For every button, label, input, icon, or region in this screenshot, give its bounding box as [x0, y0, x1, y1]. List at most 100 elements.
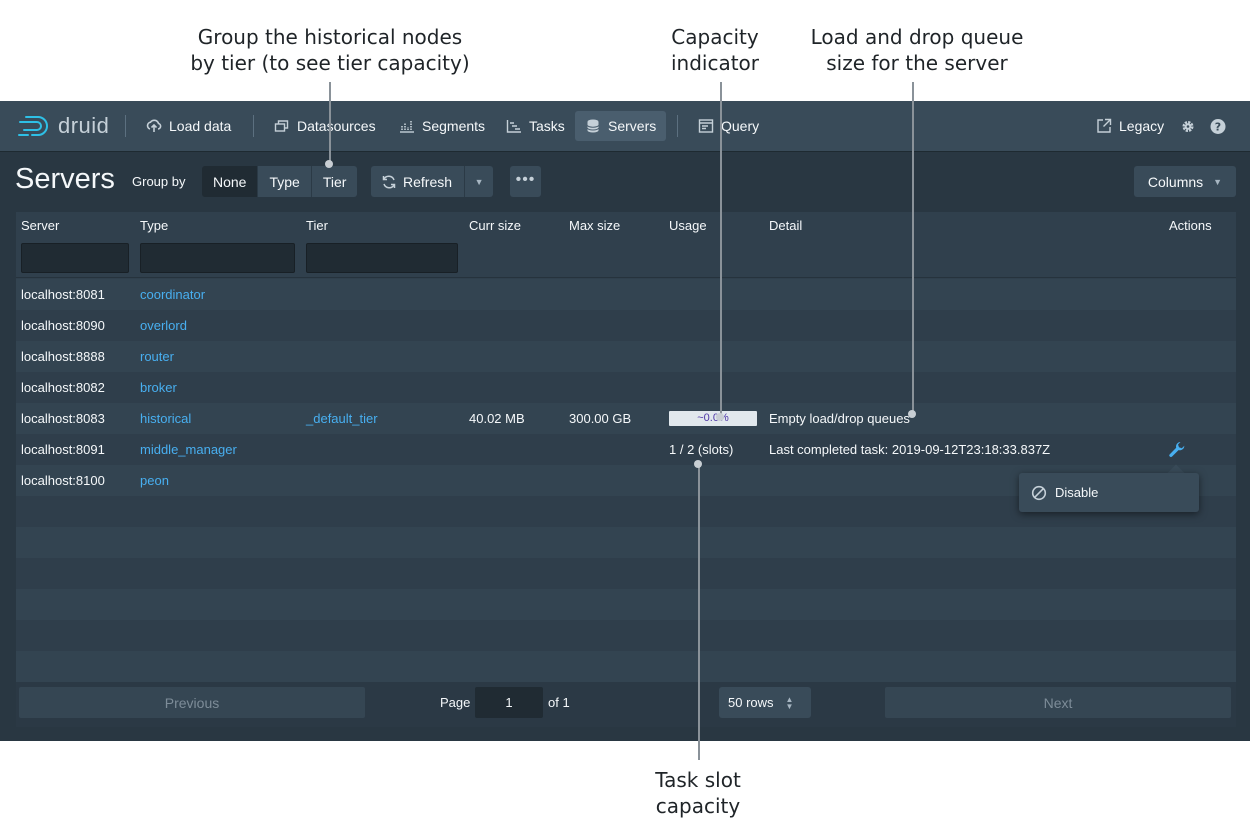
- top-navbar: druid Load data Datasources Segments Tas…: [0, 101, 1250, 151]
- druid-logo[interactable]: druid: [18, 111, 109, 141]
- nav-divider: [125, 115, 126, 137]
- share-icon: [1096, 118, 1112, 134]
- actions-button[interactable]: [1167, 440, 1187, 460]
- more-button[interactable]: •••: [510, 166, 541, 197]
- group-by-type-button[interactable]: Type: [258, 166, 312, 197]
- type-cell[interactable]: router: [140, 349, 174, 364]
- nav-tasks-label: Tasks: [529, 118, 565, 134]
- rows-per-page-select[interactable]: 50 rows ▲ ▼: [719, 687, 811, 718]
- table-row: localhost:8091 middle_manager 1 / 2 (slo…: [16, 434, 1236, 465]
- header-server[interactable]: Server: [21, 218, 59, 233]
- page-label: Page: [440, 695, 471, 710]
- columns-button[interactable]: Columns ▼: [1134, 166, 1236, 197]
- columns-button-group: Columns ▼: [1134, 166, 1236, 197]
- server-cell: localhost:8082: [21, 380, 105, 395]
- callout-line: size for the server: [826, 51, 1008, 75]
- header-max-size[interactable]: Max size: [569, 218, 620, 233]
- callout-dot: [908, 410, 916, 418]
- type-cell[interactable]: overlord: [140, 318, 187, 333]
- previous-page-button[interactable]: Previous: [19, 687, 365, 718]
- table-row: localhost:8081 coordinator: [16, 279, 1236, 310]
- nav-load-data[interactable]: Load data: [136, 111, 241, 141]
- nav-datasources[interactable]: Datasources: [264, 111, 386, 141]
- tier-filter-input[interactable]: [306, 243, 458, 273]
- header-actions: Actions: [1169, 218, 1212, 233]
- header-detail[interactable]: Detail: [769, 218, 802, 233]
- logo-text: druid: [58, 113, 110, 138]
- table-row: localhost:8090 overlord: [16, 310, 1236, 341]
- empty-row: [16, 589, 1236, 620]
- callout-leader-line: [698, 465, 700, 760]
- type-cell[interactable]: broker: [140, 380, 177, 395]
- svg-text:?: ?: [1215, 120, 1221, 133]
- type-cell[interactable]: peon: [140, 473, 169, 488]
- callout-line: Capacity: [671, 25, 759, 49]
- empty-row: [16, 651, 1236, 682]
- nav-query-label: Query: [721, 118, 760, 134]
- callout-line: Task slot: [655, 768, 741, 792]
- tier-cell[interactable]: _default_tier: [306, 411, 378, 426]
- server-cell: localhost:8081: [21, 287, 105, 302]
- refresh-button[interactable]: Refresh: [371, 166, 466, 197]
- disable-icon: [1031, 485, 1047, 500]
- server-cell: localhost:8888: [21, 349, 105, 364]
- refresh-icon: [381, 174, 397, 190]
- disable-menu-item[interactable]: Disable: [1055, 485, 1098, 500]
- gantt-chart-icon: [506, 118, 522, 134]
- callout-line: indicator: [670, 51, 760, 75]
- callout-leader-line: [329, 82, 331, 164]
- page-number-input[interactable]: 1: [475, 687, 543, 718]
- refresh-dropdown-button[interactable]: ▼: [465, 166, 494, 197]
- callout-capacity-indicator: Capacity indicator: [650, 24, 780, 76]
- type-cell[interactable]: historical: [140, 411, 191, 426]
- nav-tasks[interactable]: Tasks: [496, 111, 575, 141]
- type-cell[interactable]: coordinator: [140, 287, 205, 302]
- server-cell: localhost:8100: [21, 473, 105, 488]
- empty-row: [16, 620, 1236, 651]
- caret-down-icon: ▼: [474, 176, 484, 187]
- next-page-button[interactable]: Next: [885, 687, 1231, 718]
- nav-query[interactable]: Query: [688, 111, 769, 141]
- nav-segments-label: Segments: [422, 118, 486, 134]
- columns-label: Columns: [1147, 173, 1204, 190]
- usage-percent: ~0.0%: [697, 412, 729, 424]
- curr-size-cell: 40.02 MB: [469, 411, 525, 426]
- refresh-button-group: Refresh ▼: [371, 166, 494, 197]
- callout-dot: [716, 413, 724, 421]
- callout-dot: [325, 160, 333, 168]
- datasources-icon: [274, 118, 290, 134]
- nav-servers[interactable]: Servers: [575, 111, 667, 141]
- header-usage[interactable]: Usage: [669, 218, 707, 233]
- nav-legacy[interactable]: Legacy: [1086, 111, 1174, 141]
- callout-leader-line: [720, 82, 722, 417]
- nav-legacy-label: Legacy: [1119, 118, 1165, 134]
- help-button[interactable]: ?: [1202, 111, 1234, 141]
- group-by-tier-button[interactable]: Tier: [311, 166, 358, 197]
- more-button-group: •••: [510, 166, 541, 197]
- servers-table: Server Type Tier Curr size Max size Usag…: [16, 212, 1236, 727]
- nav-datasources-label: Datasources: [297, 118, 376, 134]
- database-icon: [585, 118, 601, 134]
- header-tier[interactable]: Tier: [306, 218, 328, 233]
- group-by-none-button[interactable]: None: [202, 166, 259, 197]
- type-cell[interactable]: middle_manager: [140, 442, 237, 457]
- nav-servers-label: Servers: [608, 118, 657, 134]
- nav-segments[interactable]: Segments: [389, 111, 495, 141]
- header-curr-size[interactable]: Curr size: [469, 218, 521, 233]
- callout-line: Load and drop queue: [810, 25, 1024, 49]
- table-row: localhost:8888 router: [16, 341, 1236, 372]
- cloud-upload-icon: [146, 118, 162, 134]
- help-icon: ?: [1210, 118, 1226, 134]
- settings-button[interactable]: [1172, 111, 1204, 141]
- detail-cell: Empty load/drop queues: [769, 411, 910, 426]
- server-filter-input[interactable]: [21, 243, 129, 273]
- detail-cell: Last completed task: 2019-09-12T23:18:33…: [769, 442, 1051, 457]
- type-filter-input[interactable]: [140, 243, 295, 273]
- nav-divider: [253, 115, 254, 137]
- callout-line: capacity: [655, 794, 741, 818]
- nav-load-data-label: Load data: [169, 118, 232, 134]
- more-icon: •••: [515, 170, 536, 188]
- header-type[interactable]: Type: [140, 218, 168, 233]
- rows-per-page-value: 50 rows: [728, 695, 774, 710]
- table-row: localhost:8082 broker: [16, 372, 1236, 403]
